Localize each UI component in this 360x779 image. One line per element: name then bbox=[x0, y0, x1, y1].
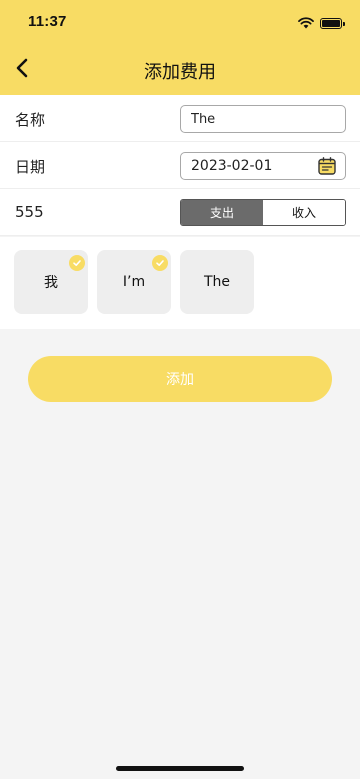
tag-label: The bbox=[203, 274, 231, 290]
tag-item[interactable]: 我 bbox=[14, 250, 88, 314]
home-indicator bbox=[116, 766, 244, 771]
tag-item[interactable]: I’m bbox=[97, 250, 171, 314]
header: 11:37 添加费用 bbox=[0, 0, 360, 95]
name-row: 名称 bbox=[0, 95, 360, 142]
date-value: 2023-02-01 bbox=[191, 158, 273, 174]
check-icon bbox=[152, 255, 168, 271]
date-row: 日期 2023-02-01 bbox=[0, 142, 360, 189]
check-icon bbox=[69, 255, 85, 271]
amount-value[interactable]: 555 bbox=[15, 203, 44, 221]
amount-row: 555 支出 收入 bbox=[0, 189, 360, 236]
tag-item[interactable]: The bbox=[180, 250, 254, 314]
page-title: 添加费用 bbox=[144, 62, 216, 83]
status-time: 11:37 bbox=[28, 13, 67, 30]
calendar-icon[interactable] bbox=[317, 156, 337, 176]
date-picker[interactable]: 2023-02-01 bbox=[180, 152, 346, 180]
tag-label: I’m bbox=[122, 274, 146, 290]
battery-icon bbox=[320, 18, 345, 29]
add-button[interactable]: 添加 bbox=[28, 356, 332, 402]
tag-list: 我 I’m The bbox=[0, 237, 360, 329]
type-segmented-control: 支出 收入 bbox=[180, 199, 346, 226]
wifi-icon bbox=[298, 14, 314, 33]
segment-expense[interactable]: 支出 bbox=[181, 200, 263, 225]
name-input[interactable] bbox=[180, 105, 346, 133]
date-label: 日期 bbox=[15, 158, 46, 176]
status-icons bbox=[298, 14, 345, 33]
segment-income[interactable]: 收入 bbox=[263, 200, 345, 225]
expense-form: 名称 日期 2023-02-01 555 支出 收入 bbox=[0, 95, 360, 236]
name-label: 名称 bbox=[15, 111, 46, 129]
tag-label: 我 bbox=[44, 275, 58, 291]
